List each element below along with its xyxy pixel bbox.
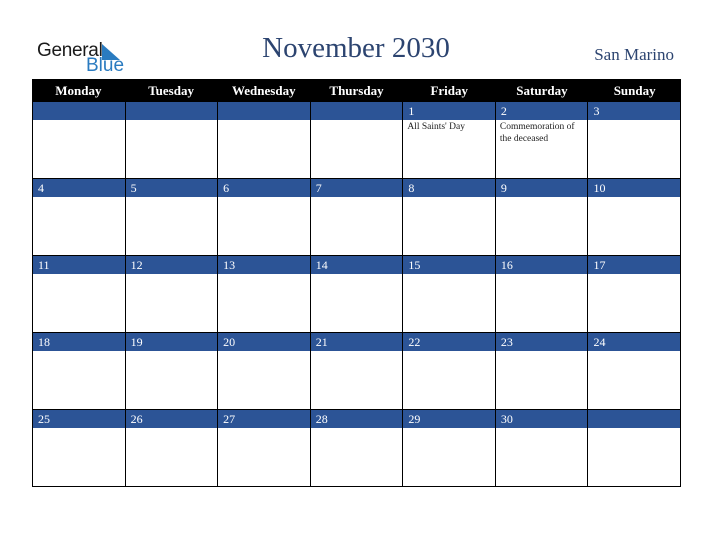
day-cell[interactable]: 1 All Saints' Day bbox=[403, 102, 496, 179]
day-cell[interactable] bbox=[125, 102, 219, 179]
day-number: 22 bbox=[403, 333, 495, 351]
day-number: 5 bbox=[125, 179, 218, 197]
week-row: 18 19 20 21 22 23 24 bbox=[32, 333, 682, 410]
day-number: 30 bbox=[495, 410, 588, 428]
week-row: 11 12 13 14 15 16 17 bbox=[32, 256, 682, 333]
weekday-header: Monday Tuesday Wednesday Thursday Friday Satu… bbox=[32, 79, 681, 102]
day-number: 15 bbox=[403, 256, 495, 274]
week-row: 1 All Saints' Day 2 Commemoration of the de… bbox=[32, 102, 682, 179]
day-cell[interactable]: 2 Commemoration of the deceased bbox=[495, 102, 589, 179]
day-cell[interactable]: 21 bbox=[310, 333, 404, 410]
day-number: 18 bbox=[33, 333, 125, 351]
day-number: 3 bbox=[588, 102, 681, 120]
week-row: 25 26 27 28 29 30 bbox=[32, 410, 682, 487]
day-cell[interactable]: 11 bbox=[32, 256, 126, 333]
day-number: 28 bbox=[310, 410, 403, 428]
weekday-wednesday: Wednesday bbox=[232, 83, 296, 98]
day-cell[interactable] bbox=[310, 102, 404, 179]
day-number: 13 bbox=[218, 256, 310, 274]
day-number: 9 bbox=[495, 179, 588, 197]
day-cell[interactable]: 18 bbox=[32, 333, 126, 410]
day-number: 2 bbox=[495, 102, 588, 120]
day-cell[interactable]: 25 bbox=[32, 410, 126, 487]
weekday-thursday: Thursday bbox=[329, 83, 384, 98]
day-number bbox=[588, 410, 681, 428]
holiday-event: All Saints' Day bbox=[407, 122, 465, 132]
day-cell[interactable]: 16 bbox=[495, 256, 589, 333]
weekday-tuesday: Tuesday bbox=[148, 83, 194, 98]
day-number: 4 bbox=[33, 179, 125, 197]
day-number bbox=[33, 102, 125, 120]
day-cell[interactable]: 4 bbox=[32, 179, 126, 256]
day-cell[interactable]: 28 bbox=[310, 410, 404, 487]
day-number bbox=[218, 102, 310, 120]
day-number: 24 bbox=[588, 333, 681, 351]
day-cell[interactable]: 6 bbox=[218, 179, 311, 256]
day-cell[interactable]: 13 bbox=[218, 256, 311, 333]
day-cell[interactable]: 30 bbox=[495, 410, 589, 487]
day-cell[interactable] bbox=[588, 410, 682, 487]
day-number bbox=[310, 102, 403, 120]
holiday-event: Commemoration of the deceased bbox=[499, 122, 575, 144]
weekday-sunday: Sunday bbox=[613, 83, 656, 98]
day-cell[interactable]: 9 bbox=[495, 179, 589, 256]
day-cell[interactable]: 12 bbox=[125, 256, 219, 333]
day-number: 16 bbox=[495, 256, 588, 274]
weekday-saturday: Saturday bbox=[516, 83, 568, 98]
day-cell[interactable]: 22 bbox=[403, 333, 496, 410]
day-number: 12 bbox=[125, 256, 218, 274]
day-cell[interactable]: 8 bbox=[403, 179, 496, 256]
day-number: 19 bbox=[125, 333, 218, 351]
day-cell[interactable]: 3 bbox=[588, 102, 682, 179]
weekday-friday: Friday bbox=[430, 83, 469, 98]
day-number: 8 bbox=[403, 179, 495, 197]
day-cell[interactable]: 5 bbox=[125, 179, 219, 256]
day-cell[interactable]: 15 bbox=[403, 256, 496, 333]
day-cell[interactable]: 14 bbox=[310, 256, 404, 333]
day-cell[interactable]: 19 bbox=[125, 333, 219, 410]
day-cell[interactable]: 27 bbox=[218, 410, 311, 487]
day-cell[interactable]: 26 bbox=[125, 410, 219, 487]
day-number: 1 bbox=[403, 102, 495, 120]
day-cell[interactable]: 7 bbox=[310, 179, 404, 256]
day-cell[interactable] bbox=[218, 102, 311, 179]
day-number: 25 bbox=[33, 410, 125, 428]
day-number: 26 bbox=[125, 410, 218, 428]
day-number: 14 bbox=[310, 256, 403, 274]
day-number: 11 bbox=[33, 256, 125, 274]
day-cell[interactable]: 20 bbox=[218, 333, 311, 410]
day-number: 23 bbox=[495, 333, 588, 351]
day-number: 21 bbox=[310, 333, 403, 351]
week-row: 4 5 6 7 8 9 10 bbox=[32, 179, 682, 256]
day-cell[interactable]: 29 bbox=[403, 410, 496, 487]
day-cell[interactable]: 24 bbox=[588, 333, 682, 410]
day-number: 27 bbox=[218, 410, 310, 428]
day-cell[interactable]: 17 bbox=[588, 256, 682, 333]
day-cell[interactable] bbox=[32, 102, 126, 179]
country-label: San Marino bbox=[594, 45, 674, 64]
day-cell[interactable]: 10 bbox=[588, 179, 682, 256]
day-number: 10 bbox=[588, 179, 681, 197]
day-number: 6 bbox=[218, 179, 310, 197]
calendar-grid: Monday Tuesday Wednesday Thursday Friday Satu… bbox=[32, 79, 682, 487]
day-number: 20 bbox=[218, 333, 310, 351]
day-number bbox=[125, 102, 218, 120]
weekday-monday: Monday bbox=[55, 83, 102, 98]
day-number: 29 bbox=[403, 410, 495, 428]
day-number: 17 bbox=[588, 256, 681, 274]
day-cell[interactable]: 23 bbox=[495, 333, 589, 410]
day-number: 7 bbox=[310, 179, 403, 197]
